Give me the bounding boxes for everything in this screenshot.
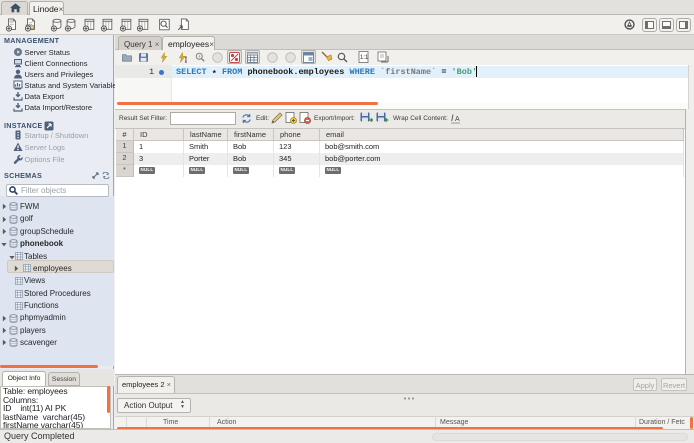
svg-text:A: A xyxy=(455,116,460,123)
svg-text:1:1: 1:1 xyxy=(360,55,369,61)
svg-text:I: I xyxy=(451,113,454,123)
